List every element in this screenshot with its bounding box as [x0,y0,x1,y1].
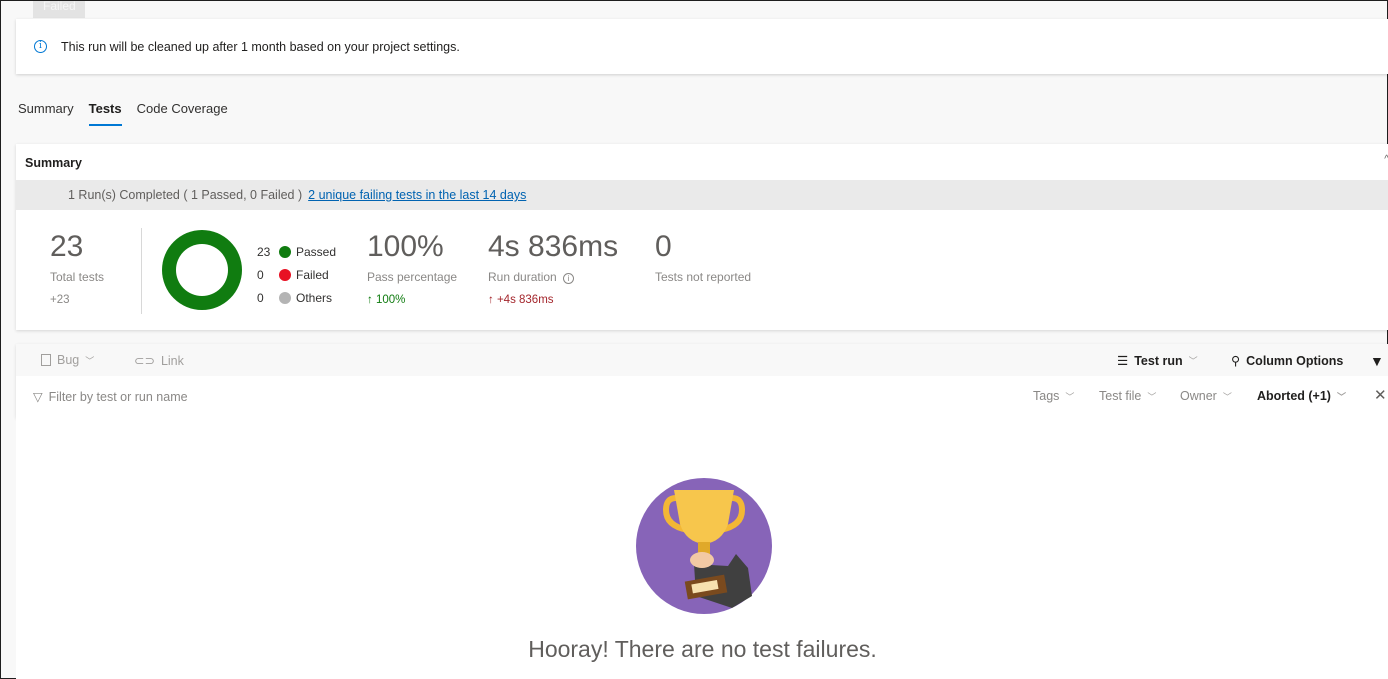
stat-divider [141,228,142,314]
wrench-icon: ⚲ [1231,354,1241,368]
pass-percentage-stat: 100% Pass percentage ↑ 100% [367,230,457,306]
chevron-down-icon: ﹀ [1336,391,1346,402]
tags-filter[interactable]: Tags ﹀ [1033,389,1074,403]
results-toolbar: Bug ﹀ ⊂⊃ Link ☰ Test run ﹀ ⚲ Column Opti… [16,344,1388,418]
total-tests-delta: +23 [50,294,70,306]
tab-tests[interactable]: Tests [88,101,122,126]
empty-state-message: Hooray! There are no test failures. [528,636,877,662]
run-status-text: 1 Run(s) Completed ( 1 Passed, 0 Failed … [68,188,303,202]
not-reported-value: 0 [655,230,672,263]
tab-summary[interactable]: Summary [18,101,74,126]
retention-banner: i This run will be cleaned up after 1 mo… [16,19,1388,74]
group-by-icon: ☰ [1117,354,1129,368]
clear-filters-icon[interactable]: ✕ [1374,386,1387,404]
bug-button[interactable]: Bug ﹀ [41,353,94,367]
bug-icon [41,354,51,366]
passed-dot-icon [279,245,291,258]
legend-failed-label: Failed [296,267,329,282]
legend-others-label: Others [296,290,333,305]
chevron-down-icon: ﹀ [1147,391,1157,402]
run-status-bar: 1 Run(s) Completed ( 1 Passed, 0 Failed … [16,180,1388,210]
pass-percentage-value: 100% [367,230,444,263]
not-reported-stat: 0 Tests not reported [655,230,751,284]
legend-others-count: 0 [257,290,264,305]
outcome-donut-chart [162,230,242,310]
legend-failed-count: 0 [257,267,264,282]
summary-card: Summary ^ 1 Run(s) Completed ( 1 Passed,… [16,144,1388,330]
failing-tests-link[interactable]: 2 unique failing tests in the last 14 da… [308,188,526,202]
run-duration-label-row: Run duration i [488,270,618,284]
not-reported-label: Tests not reported [655,270,752,284]
run-duration-stat: 4s 836ms Run duration i ↑ +4s 836ms [488,230,618,306]
filter-toggle-icon[interactable]: ▼ [1370,353,1384,369]
filter-icon: ▽ [33,390,43,404]
total-tests-stat: 23 Total tests +23 [50,230,104,306]
arrow-up-icon: ↑ [367,294,373,306]
search-filter[interactable]: ▽ Filter by test or run name [33,389,188,405]
tab-code-coverage[interactable]: Code Coverage [137,101,228,126]
banner-text: This run will be cleaned up after 1 mont… [61,39,460,54]
test-file-filter[interactable]: Test file ﹀ [1099,389,1156,403]
column-options-button[interactable]: ⚲ Column Options [1231,353,1343,369]
link-button[interactable]: ⊂⊃ Link [134,353,184,369]
tab-bar: Summary Tests Code Coverage [18,101,228,126]
info-icon: i [34,40,47,53]
chevron-down-icon: ﹀ [1065,391,1075,402]
legend-others: 0 Others [257,286,336,309]
pass-percentage-label: Pass percentage [367,270,458,284]
chevron-down-icon: ﹀ [85,355,95,366]
test-run-button[interactable]: ☰ Test run ﹀ [1117,353,1198,369]
legend-failed: 0 Failed [257,263,336,286]
outcome-legend: 23 Passed 0 Failed 0 Others [257,240,336,309]
link-icon: ⊂⊃ [134,354,155,368]
info-icon[interactable]: i [563,273,575,284]
outcome-filter[interactable]: Aborted (+1) ﹀ [1257,389,1346,403]
chevron-down-icon: ﹀ [1188,356,1198,366]
legend-passed-count: 23 [257,244,271,259]
arrow-up-icon: ↑ [488,294,494,306]
failed-dot-icon [279,268,291,281]
search-input[interactable]: Filter by test or run name [49,390,188,404]
chevron-up-icon[interactable]: ^ [1384,154,1388,165]
filter-bar: ▽ Filter by test or run name Tags ﹀ Test… [16,376,1388,418]
total-tests-label: Total tests [50,270,105,284]
run-duration-value: 4s 836ms [488,230,619,263]
run-duration-label: Run duration [488,270,557,284]
owner-filter[interactable]: Owner ﹀ [1180,389,1232,403]
trophy-illustration [636,478,772,614]
legend-passed-label: Passed [296,244,337,259]
run-status-chip: Failed [33,1,85,18]
action-bar: Bug ﹀ ⊂⊃ Link ☰ Test run ﹀ ⚲ Column Opti… [16,344,1388,376]
empty-state: Hooray! There are no test failures. [16,418,1388,679]
total-tests-value: 23 [50,230,84,263]
chevron-down-icon: ﹀ [1222,391,1232,402]
run-duration-delta: ↑ +4s 836ms [488,294,554,306]
others-dot-icon [279,291,291,304]
legend-passed: 23 Passed [257,240,336,263]
summary-title: Summary [25,156,82,170]
pass-percentage-delta: ↑ 100% [367,294,406,306]
